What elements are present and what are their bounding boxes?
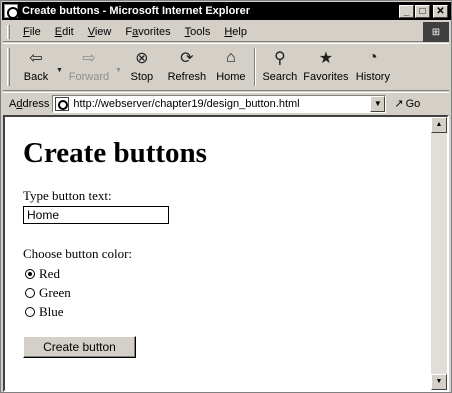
ie-logo-icon <box>4 4 19 19</box>
toolbar-grip <box>7 48 10 86</box>
home-button[interactable]: ⌂ Home <box>212 44 250 88</box>
page-icon <box>55 96 70 111</box>
search-button[interactable]: ⚲ Search <box>260 44 300 88</box>
create-button[interactable]: Create button <box>23 336 136 358</box>
address-input[interactable]: http://webserver/chapter19/design_button… <box>52 94 387 113</box>
search-icon: ⚲ <box>274 50 286 67</box>
button-text-label: Type button text: <box>23 188 112 203</box>
go-button[interactable]: ↗ Go <box>394 97 420 111</box>
menu-bar: File Edit View Favorites Tools Help ⊞ <box>3 22 449 42</box>
go-arrow-icon: ↗ <box>394 98 404 110</box>
button-text-input[interactable] <box>23 206 169 224</box>
address-bar: Address http://webserver/chapter19/desig… <box>3 92 449 114</box>
toolbar-separator <box>253 48 256 86</box>
history-icon: ◔ <box>368 49 378 66</box>
color-option-blue[interactable]: Blue <box>25 302 431 321</box>
window-title: Create buttons - Microsoft Internet Expl… <box>22 5 250 17</box>
address-url[interactable]: http://webserver/chapter19/design_button… <box>73 98 299 110</box>
menu-favorites[interactable]: Favorites <box>118 26 177 38</box>
color-option-green[interactable]: Green <box>25 283 431 302</box>
menu-grip <box>7 24 10 39</box>
page-viewport: Create buttons Type button text: Choose … <box>3 115 449 392</box>
menu-view[interactable]: View <box>81 26 119 38</box>
address-dropdown-icon[interactable]: ▼ <box>370 95 386 112</box>
windows-logo-icon: ⊞ <box>423 22 449 42</box>
stop-button[interactable]: ⊗ Stop <box>122 44 162 88</box>
radio-blue[interactable] <box>25 306 35 317</box>
page-content: Create buttons Type button text: Choose … <box>5 117 431 390</box>
stop-icon: ⊗ <box>135 50 149 67</box>
close-button[interactable]: ✕ <box>433 4 448 18</box>
menu-tools[interactable]: Tools <box>178 26 218 38</box>
home-icon: ⌂ <box>226 49 236 66</box>
radio-green[interactable] <box>25 287 35 298</box>
minimize-button[interactable]: _ <box>399 4 414 18</box>
history-button[interactable]: ◔ History <box>352 44 394 88</box>
address-label: Address <box>9 97 50 110</box>
favorites-icon: ★ <box>318 50 334 67</box>
button-color-label: Choose button color: <box>23 246 133 261</box>
scroll-down-icon[interactable]: ▼ <box>431 374 447 390</box>
title-bar[interactable]: Create buttons - Microsoft Internet Expl… <box>2 2 451 20</box>
back-dropdown-icon[interactable]: ▼ <box>56 67 63 74</box>
refresh-button[interactable]: ⟳ Refresh <box>162 44 212 88</box>
menu-edit[interactable]: Edit <box>48 26 81 38</box>
forward-button[interactable]: ⇨ Forward <box>63 44 115 88</box>
maximize-button[interactable]: □ <box>415 4 430 18</box>
vertical-scrollbar[interactable]: ▲ ▼ <box>431 117 447 390</box>
color-option-red[interactable]: Red <box>25 264 431 283</box>
favorites-button[interactable]: ★ Favorites <box>300 44 352 88</box>
menu-file[interactable]: File <box>16 26 48 38</box>
back-arrow-icon: ⇦ <box>29 50 43 67</box>
standard-toolbar: ⇦ Back ▼ ⇨ Forward ▼ ⊗ Stop ⟳ Refresh ⌂ … <box>3 43 449 91</box>
refresh-icon: ⟳ <box>180 50 194 67</box>
forward-dropdown-icon[interactable]: ▼ <box>115 67 122 74</box>
page-heading: Create buttons <box>23 137 207 169</box>
radio-red[interactable] <box>25 268 35 279</box>
back-button[interactable]: ⇦ Back <box>16 44 56 88</box>
browser-window: Create buttons - Microsoft Internet Expl… <box>0 0 452 393</box>
scroll-up-icon[interactable]: ▲ <box>431 117 447 133</box>
forward-arrow-icon: ⇨ <box>82 50 96 67</box>
menu-help[interactable]: Help <box>217 26 254 38</box>
